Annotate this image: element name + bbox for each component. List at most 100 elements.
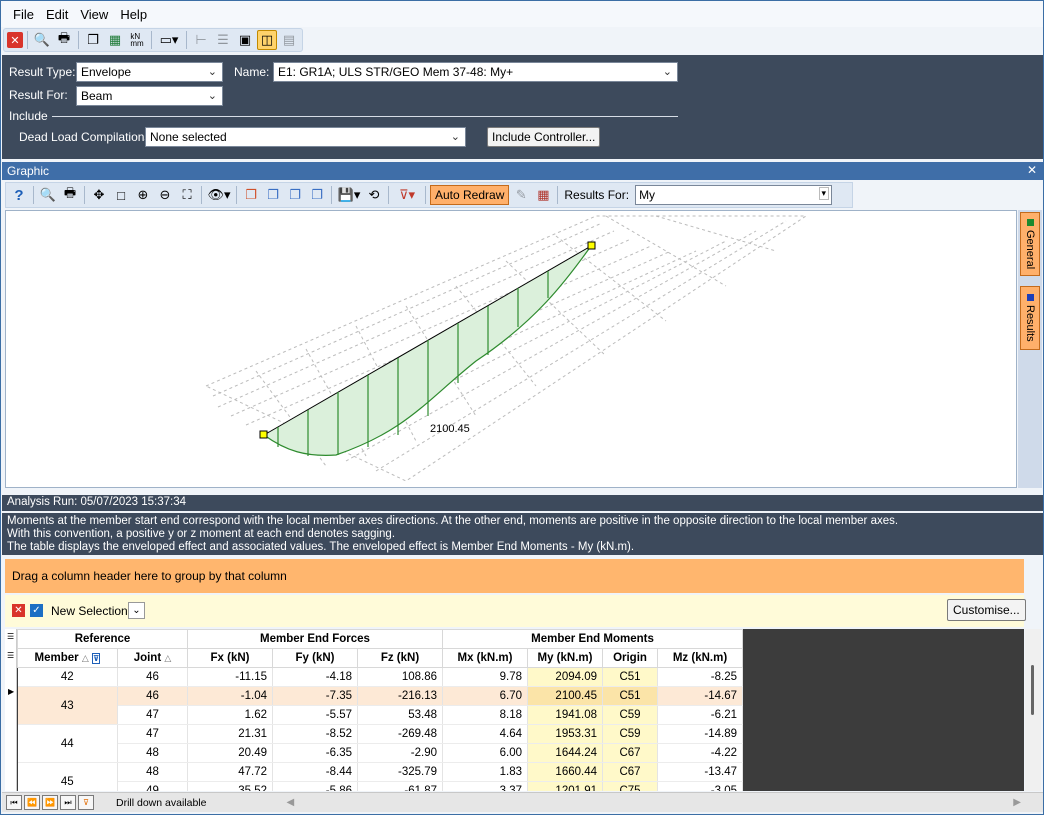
new-selection-label: New Selection bbox=[51, 604, 128, 618]
tree-icon[interactable]: ⊢ bbox=[191, 30, 211, 50]
grid-vertical-scrollbar[interactable] bbox=[1025, 629, 1041, 791]
result-type-select[interactable]: Envelope ⌄ bbox=[76, 62, 223, 82]
dead-load-select[interactable]: None selected ⌄ bbox=[145, 127, 466, 147]
group-by-area[interactable]: Drag a column header here to group by th… bbox=[5, 559, 1024, 593]
split-view-icon[interactable]: ◫ bbox=[257, 30, 277, 50]
note-line-2: With this convention, a positive y or z … bbox=[7, 528, 396, 540]
units-icon[interactable]: kN mm bbox=[127, 30, 147, 50]
col-mx[interactable]: Mx (kN.m) bbox=[442, 648, 528, 668]
col-origin[interactable]: Origin bbox=[602, 648, 658, 668]
copy-icon[interactable]: ❐ bbox=[83, 30, 103, 50]
graphic-panel-header: Graphic ✕ bbox=[2, 162, 1043, 180]
zoom-in-icon[interactable]: ⊕ bbox=[133, 185, 153, 205]
help-icon[interactable]: ? bbox=[9, 185, 29, 205]
customise-button[interactable]: Customise... bbox=[947, 599, 1026, 621]
menu-edit[interactable]: Edit bbox=[40, 7, 74, 22]
tab-results[interactable]: Results bbox=[1020, 286, 1040, 350]
main-window: File Edit View Help ✕ 🔍 🖶 ❐ ▦ kN mm ▭▾ ⊢ … bbox=[0, 0, 1044, 815]
col-my[interactable]: My (kN.m) bbox=[527, 648, 603, 668]
filter-enabled-checkbox[interactable]: ✓ bbox=[30, 604, 43, 617]
col-joint[interactable]: Joint △ bbox=[117, 648, 188, 668]
graphic-canvas[interactable]: 2100.45 bbox=[5, 210, 1017, 488]
analysis-run-bar: Analysis Run: 05/07/2023 15:37:34 bbox=[2, 495, 1043, 511]
results-table: Reference Member End Forces Member End M… bbox=[17, 629, 743, 791]
table-row[interactable]: 42 46 -11.15 -4.18 108.86 9.78 2094.09 C… bbox=[17, 667, 743, 687]
table-row[interactable]: 48 20.49 -6.35 -2.90 6.00 1644.24 C67 -4… bbox=[18, 743, 743, 763]
legend-icon[interactable]: ▦ bbox=[533, 185, 553, 205]
filter-icon[interactable]: ⊽ bbox=[78, 795, 94, 810]
close-icon[interactable]: ✕ bbox=[7, 32, 23, 48]
selection-dropdown-icon[interactable]: ⌄ bbox=[128, 602, 145, 619]
grid-layout-icon[interactable]: ☰ bbox=[213, 30, 233, 50]
document-icon[interactable]: ▤ bbox=[279, 30, 299, 50]
view-cube-4-icon[interactable]: ❐ bbox=[307, 185, 327, 205]
prev-page-icon[interactable]: ⏪ bbox=[24, 795, 40, 810]
tab-general[interactable]: General bbox=[1020, 212, 1040, 276]
filter-dropdown-icon[interactable]: ⊽▾ bbox=[393, 185, 421, 205]
table-row[interactable]: 44 47 21.31 -8.52 -269.48 4.64 1953.31 C… bbox=[17, 724, 743, 763]
menu-view[interactable]: View bbox=[74, 7, 114, 22]
drill-down-status: Drill down available bbox=[116, 796, 207, 809]
max-moment-label: 2100.45 bbox=[430, 423, 470, 435]
name-label: Name: bbox=[234, 65, 270, 79]
menu-bar: File Edit View Help bbox=[1, 1, 1043, 27]
name-select[interactable]: E1: GR1A; ULS STR/GEO Mem 37-48: My+ ⌄ bbox=[273, 62, 678, 82]
export-excel-icon[interactable]: ▦ bbox=[105, 30, 125, 50]
analysis-run-text: Analysis Run: 05/07/2023 15:37:34 bbox=[7, 496, 187, 508]
print-icon[interactable]: 🖶 bbox=[60, 185, 80, 205]
result-options-panel: Result Type: Envelope ⌄ Name: E1: GR1A; … bbox=[2, 55, 1043, 159]
col-fy[interactable]: Fy (kN) bbox=[272, 648, 358, 668]
result-for-select[interactable]: Beam ⌄ bbox=[76, 86, 223, 106]
close-graphic-icon[interactable]: ✕ bbox=[1027, 163, 1037, 177]
print-preview-icon[interactable]: 🔍 bbox=[32, 30, 52, 50]
col-member[interactable]: Member △ ⊽ bbox=[17, 648, 118, 668]
table-row-selected[interactable]: 43 46 -1.04 -7.35 -216.13 6.70 2100.45 C… bbox=[17, 686, 743, 725]
menu-file[interactable]: File bbox=[7, 7, 40, 22]
view-cube-3-icon[interactable]: ❐ bbox=[285, 185, 305, 205]
save-dropdown-icon[interactable]: 💾▾ bbox=[336, 185, 362, 205]
col-fx[interactable]: Fx (kN) bbox=[187, 648, 273, 668]
select-box-icon[interactable]: □ bbox=[111, 185, 131, 205]
general-tab-icon bbox=[1026, 218, 1034, 226]
scroll-left-icon[interactable]: ◀ bbox=[286, 797, 294, 808]
print-preview-icon[interactable]: 🔍 bbox=[38, 185, 58, 205]
pan-icon[interactable]: ✥ bbox=[89, 185, 109, 205]
table-row[interactable]: 47 1.62 -5.57 53.48 8.18 1941.08 C59 -6.… bbox=[18, 705, 743, 725]
refresh-view-icon[interactable]: ⟲ bbox=[364, 185, 384, 205]
view-dropdown-icon[interactable]: 👁▾ bbox=[206, 185, 232, 205]
results-for-select[interactable]: My ▾ bbox=[635, 185, 833, 205]
include-controller-button[interactable]: Include Controller... bbox=[487, 127, 601, 147]
group-header-moments: Member End Moments bbox=[442, 629, 743, 649]
print-icon[interactable]: 🖶 bbox=[54, 30, 74, 50]
group-header-reference: Reference bbox=[17, 629, 188, 649]
menu-help[interactable]: Help bbox=[114, 7, 153, 22]
grid-navigation-bar: ⏮ ⏪ ⏩ ⏭ ⊽ Drill down available ◀ ▶ bbox=[2, 792, 1043, 812]
view-cube-2-icon[interactable]: ❐ bbox=[263, 185, 283, 205]
note-line-3: The table displays the enveloped effect … bbox=[7, 541, 635, 553]
current-row-icon: ▶ bbox=[8, 687, 15, 696]
annotation-icon[interactable]: ✎ bbox=[511, 185, 531, 205]
graphic-toolbar: ? 🔍 🖶 ✥ □ ⊕ ⊖ ⛶ 👁▾ ❐ ❐ ❐ ❐ 💾▾ ⟲ ⊽▾ Auto … bbox=[5, 182, 853, 208]
col-mz[interactable]: Mz (kN.m) bbox=[657, 648, 743, 668]
layout-dropdown-icon[interactable]: ▭▾ bbox=[156, 30, 182, 50]
table-row[interactable]: 45 48 47.72 -8.44 -325.79 1.83 1660.44 C… bbox=[17, 762, 743, 791]
next-page-icon[interactable]: ⏩ bbox=[42, 795, 58, 810]
chevron-down-icon: ⌄ bbox=[207, 66, 217, 78]
col-fz[interactable]: Fz (kN) bbox=[357, 648, 443, 668]
graphic-title: Graphic bbox=[7, 164, 50, 178]
zoom-extents-icon[interactable]: ⛶ bbox=[177, 185, 197, 205]
auto-redraw-button[interactable]: Auto Redraw bbox=[430, 185, 510, 205]
table-row[interactable]: 49 35.52 -5.86 -61.87 3.37 1201.91 C75 -… bbox=[18, 781, 743, 791]
group-header-forces: Member End Forces bbox=[187, 629, 443, 649]
last-record-icon[interactable]: ⏭ bbox=[60, 795, 76, 810]
view-cube-1-icon[interactable]: ❐ bbox=[241, 185, 261, 205]
first-record-icon[interactable]: ⏮ bbox=[6, 795, 22, 810]
column-chooser-icon[interactable]: ☰ bbox=[7, 632, 14, 641]
clear-filter-icon[interactable]: ✕ bbox=[12, 604, 25, 617]
table-view-icon[interactable]: ▣ bbox=[235, 30, 255, 50]
zoom-out-icon[interactable]: ⊖ bbox=[155, 185, 175, 205]
column-chooser-icon[interactable]: ☰ bbox=[7, 651, 14, 660]
scroll-right-icon[interactable]: ▶ bbox=[1013, 797, 1021, 808]
scrollbar-thumb[interactable] bbox=[1031, 665, 1034, 715]
main-toolbar: ✕ 🔍 🖶 ❐ ▦ kN mm ▭▾ ⊢ ☰ ▣ ◫ ▤ bbox=[3, 28, 303, 52]
